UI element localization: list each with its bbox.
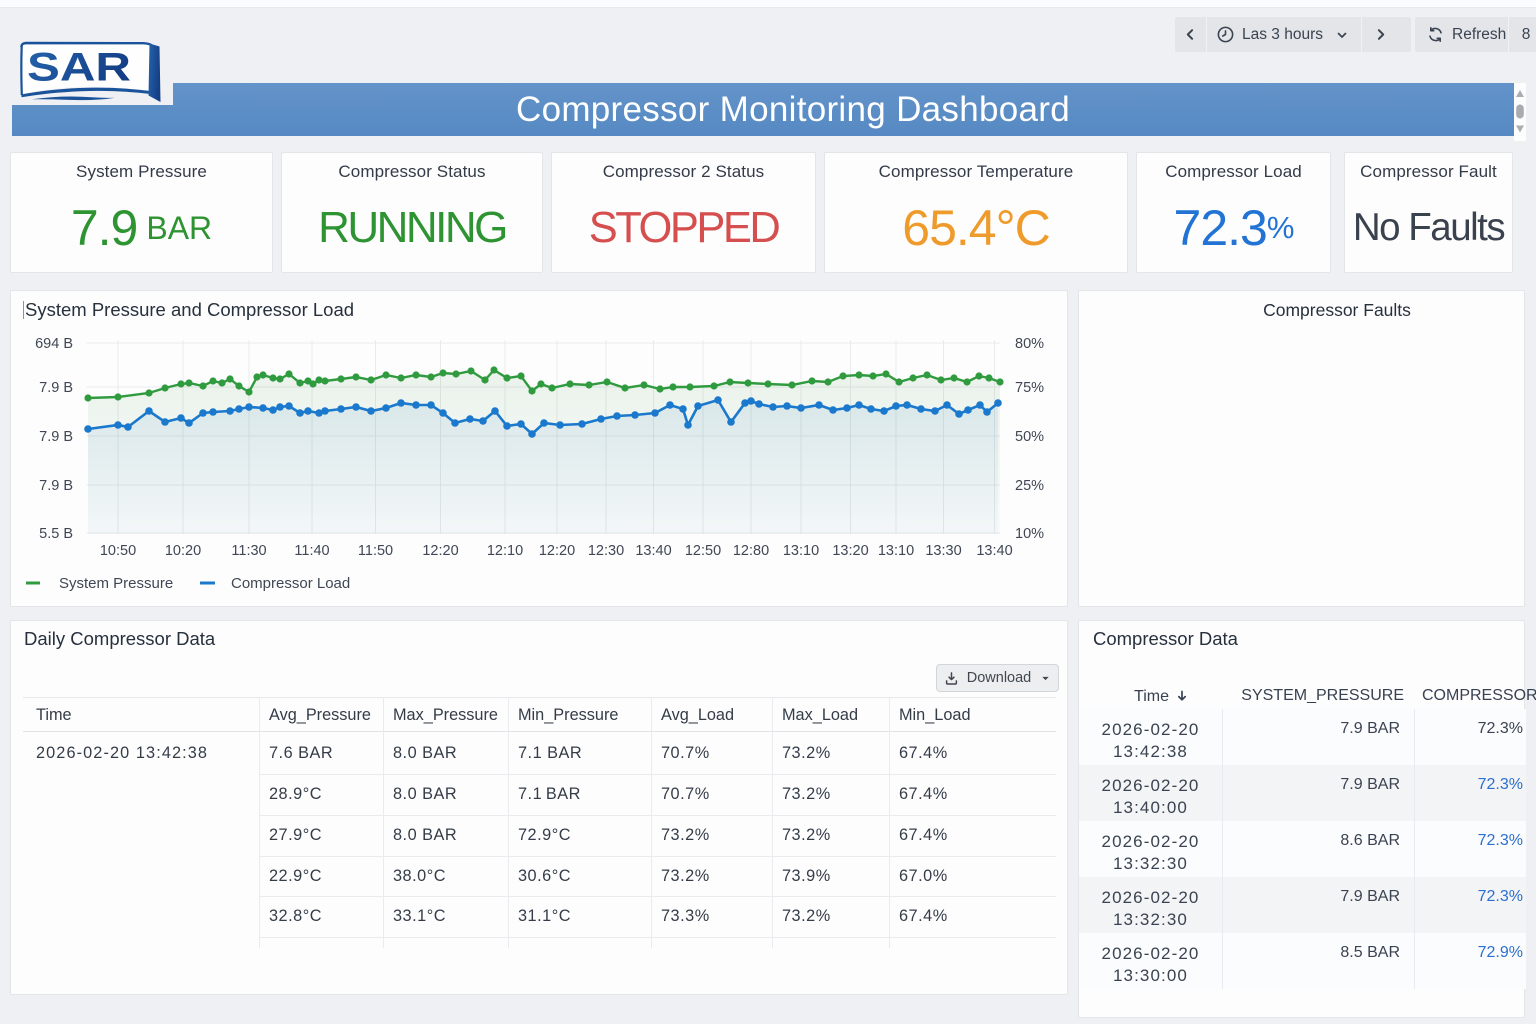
svg-text:13:10: 13:10	[783, 543, 819, 559]
svg-text:Compressor Load: Compressor Load	[231, 575, 350, 592]
svg-text:12:80: 12:80	[733, 543, 769, 559]
svg-text:11:30: 11:30	[231, 543, 266, 559]
svg-text:11:50: 11:50	[358, 543, 393, 559]
svg-text:12:30: 12:30	[588, 543, 624, 559]
svg-text:12:20: 12:20	[539, 543, 575, 559]
svg-text:SAR: SAR	[27, 46, 131, 90]
svg-text:13:10: 13:10	[878, 543, 914, 559]
svg-text:694 B: 694 B	[35, 336, 73, 352]
svg-text:7.9 B: 7.9 B	[39, 380, 73, 396]
svg-text:13:30: 13:30	[925, 543, 961, 559]
svg-text:10%: 10%	[1015, 526, 1044, 542]
svg-text:12:10: 12:10	[487, 543, 523, 559]
svg-text:13:40: 13:40	[635, 543, 671, 559]
svg-text:12:20: 12:20	[422, 543, 458, 559]
svg-text:7.9 B: 7.9 B	[39, 429, 73, 445]
svg-text:75%: 75%	[1015, 380, 1044, 396]
svg-text:5.5 B: 5.5 B	[39, 526, 73, 542]
svg-text:7.9 B: 7.9 B	[39, 478, 73, 494]
svg-text:25%: 25%	[1015, 478, 1044, 494]
svg-text:System Pressure: System Pressure	[59, 575, 173, 592]
svg-text:80%: 80%	[1015, 336, 1044, 352]
svg-text:13:20: 13:20	[832, 543, 868, 559]
svg-text:10:50: 10:50	[100, 543, 136, 559]
svg-text:50%: 50%	[1015, 429, 1044, 445]
svg-text:10:20: 10:20	[165, 543, 201, 559]
svg-text:12:50: 12:50	[685, 543, 721, 559]
svg-text:11:40: 11:40	[294, 543, 329, 559]
svg-text:13:40: 13:40	[976, 543, 1012, 559]
